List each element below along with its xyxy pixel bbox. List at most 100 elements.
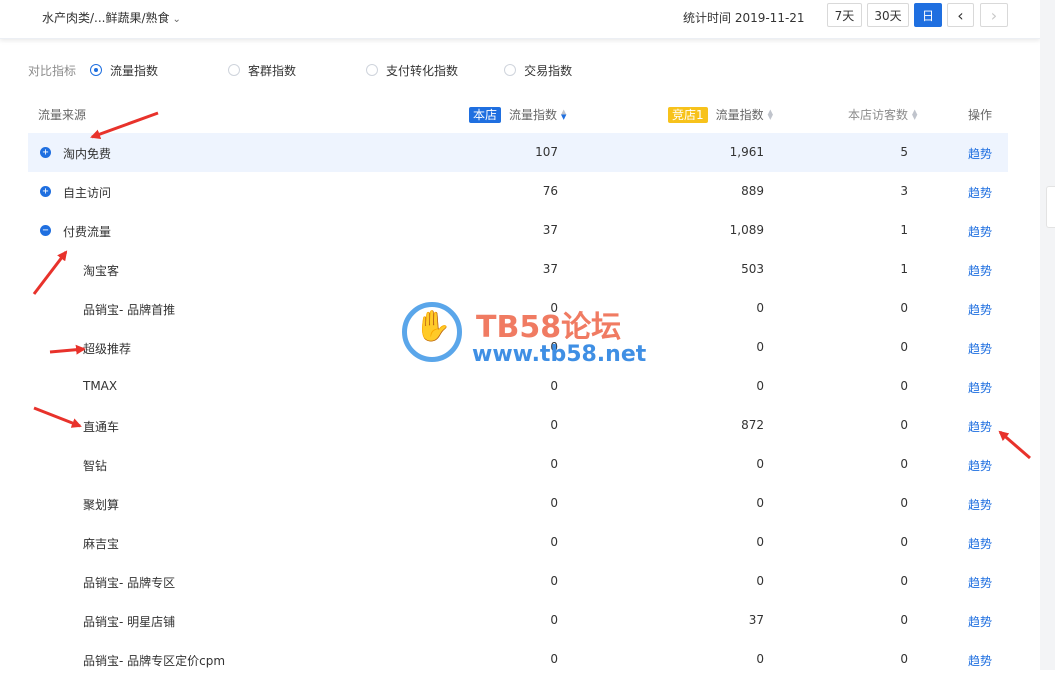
category-selector[interactable]: 水产肉类/...鲜蔬果/熟食 ⌄ — [42, 9, 181, 26]
source-name: 聚划算 — [83, 498, 120, 512]
rival-flow-value: 0 — [756, 340, 764, 354]
table-row: 品销宝- 品牌专区 0 0 0 趋势 — [28, 562, 1008, 601]
radio-flow-index[interactable]: 流量指数 — [90, 62, 158, 79]
visitors-value: 0 — [900, 496, 908, 510]
visitors-value: 0 — [900, 340, 908, 354]
trend-link[interactable]: 趋势 — [968, 418, 992, 435]
source-name: 麻吉宝 — [83, 537, 120, 551]
header-action: 操作 — [968, 108, 993, 122]
table-row: 智钻 0 0 0 趋势 — [28, 445, 1008, 484]
range-30d-button[interactable]: 30天 — [867, 3, 909, 27]
rival-flow-value: 37 — [748, 613, 764, 627]
next-day-button[interactable]: › — [980, 3, 1008, 27]
own-flow-value: 37 — [542, 262, 558, 276]
table-header: 流量来源 本店 流量指数 ▲ ▼ 竞店1 流量指数 ▲ ▼ 本店访客数 ▲ ▼ 操作 — [28, 100, 1008, 128]
trend-link[interactable]: 趋势 — [968, 301, 992, 318]
expand-icon[interactable]: + — [40, 147, 51, 158]
own-flow-value: 0 — [550, 418, 558, 432]
radio-conversion-index[interactable]: 支付转化指数 — [366, 62, 458, 79]
trend-link[interactable]: 趋势 — [968, 262, 992, 279]
own-flow-value: 0 — [550, 457, 558, 471]
side-panel-handle[interactable] — [1046, 186, 1055, 228]
own-flow-value: 0 — [550, 301, 558, 315]
visitors-value: 0 — [900, 457, 908, 471]
source-name: 淘宝客 — [83, 264, 120, 278]
collapse-icon[interactable]: − — [40, 225, 51, 236]
trend-link[interactable]: 趋势 — [968, 145, 992, 162]
table-row: 品销宝- 品牌专区定价cpm 0 0 0 趋势 — [28, 640, 1008, 679]
radio-label: 客群指数 — [248, 63, 297, 78]
prev-day-button[interactable]: ‹ — [947, 3, 974, 27]
radio-customer-index[interactable]: 客群指数 — [228, 62, 296, 79]
radio-trade-index[interactable]: 交易指数 — [504, 62, 572, 79]
rival-flow-value: 0 — [756, 652, 764, 666]
range-day-button[interactable]: 日 — [914, 3, 942, 27]
trend-link[interactable]: 趋势 — [968, 574, 992, 591]
visitors-value: 3 — [900, 184, 908, 198]
trend-link[interactable]: 趋势 — [968, 535, 992, 552]
side-panel-edge — [1040, 0, 1055, 670]
trend-link[interactable]: 趋势 — [968, 652, 992, 669]
source-name: 淘内免费 — [63, 147, 112, 161]
rival-flow-value: 0 — [756, 496, 764, 510]
own-flow-value: 37 — [542, 223, 558, 237]
rival-flow-value: 872 — [741, 418, 764, 432]
table-row: + 自主访问 76 889 3 趋势 — [28, 172, 1008, 211]
source-name: 品销宝- 品牌专区 — [83, 576, 176, 590]
top-toolbar: 水产肉类/...鲜蔬果/熟食 ⌄ 统计时间 2019-11-21 7天 30天 日… — [0, 0, 1040, 39]
rival-flow-value: 889 — [741, 184, 764, 198]
own-flow-value: 0 — [550, 340, 558, 354]
rival-flow-value: 0 — [756, 535, 764, 549]
range-7d-button[interactable]: 7天 — [827, 3, 862, 27]
visitors-value: 0 — [900, 301, 908, 315]
own-flow-value: 107 — [535, 145, 558, 159]
source-name: 直通车 — [83, 420, 120, 434]
table-row: + 淘内免费 107 1,961 5 趋势 — [28, 133, 1008, 172]
visitors-value: 0 — [900, 535, 908, 549]
visitors-value: 1 — [900, 223, 908, 237]
rival-flow-value: 0 — [756, 457, 764, 471]
radio-label: 交易指数 — [524, 63, 573, 78]
trend-link[interactable]: 趋势 — [968, 223, 992, 240]
own-flow-value: 76 — [542, 184, 558, 198]
trend-link[interactable]: 趋势 — [968, 457, 992, 474]
visitors-value: 0 — [900, 379, 908, 393]
own-flow-label: 流量指数 — [509, 108, 558, 122]
radio-label: 支付转化指数 — [386, 63, 459, 78]
source-name: 自主访问 — [63, 186, 112, 200]
chevron-left-icon: ‹ — [957, 5, 964, 25]
compare-label: 对比指标 — [28, 63, 77, 78]
own-flow-value: 0 — [550, 496, 558, 510]
header-own-flow[interactable]: 本店 流量指数 ▲ ▼ — [469, 106, 566, 123]
header-visitors[interactable]: 本店访客数 ▲ ▼ — [848, 106, 917, 123]
own-shop-badge: 本店 — [469, 106, 502, 123]
chevron-down-icon: ⌄ — [172, 14, 181, 25]
source-name: 超级推荐 — [83, 342, 132, 356]
visitors-value: 1 — [900, 262, 908, 276]
trend-link[interactable]: 趋势 — [968, 379, 992, 396]
table-row: − 付费流量 37 1,089 1 趋势 — [28, 211, 1008, 250]
trend-link[interactable]: 趋势 — [968, 340, 992, 357]
rival-flow-label: 流量指数 — [715, 108, 764, 122]
rival-flow-value: 1,961 — [729, 145, 764, 159]
rival-flow-value: 503 — [741, 262, 764, 276]
sort-icon: ▲ ▼ — [561, 107, 567, 121]
expand-icon[interactable]: + — [40, 186, 51, 197]
header-rival-flow[interactable]: 竞店1 流量指数 ▲ ▼ — [668, 106, 773, 123]
visitors-value: 5 — [900, 145, 908, 159]
rival-flow-value: 0 — [756, 574, 764, 588]
radio-label: 流量指数 — [110, 63, 159, 78]
compare-metric-group: 对比指标 流量指数 客群指数 支付转化指数 交易指数 — [28, 62, 572, 78]
stat-time: 统计时间 2019-11-21 — [683, 11, 805, 25]
visitors-label: 本店访客数 — [848, 108, 909, 122]
sort-icon: ▲ ▼ — [767, 107, 774, 121]
sort-icon: ▲ ▼ — [912, 107, 918, 121]
radio-dot — [90, 64, 103, 76]
visitors-value: 0 — [900, 574, 908, 588]
trend-link[interactable]: 趋势 — [968, 613, 992, 630]
trend-link[interactable]: 趋势 — [968, 496, 992, 513]
source-name: 付费流量 — [63, 225, 112, 239]
rival-flow-value: 1,089 — [729, 223, 764, 237]
trend-link[interactable]: 趋势 — [968, 184, 992, 201]
source-name: 品销宝- 品牌专区定价cpm — [83, 654, 226, 668]
